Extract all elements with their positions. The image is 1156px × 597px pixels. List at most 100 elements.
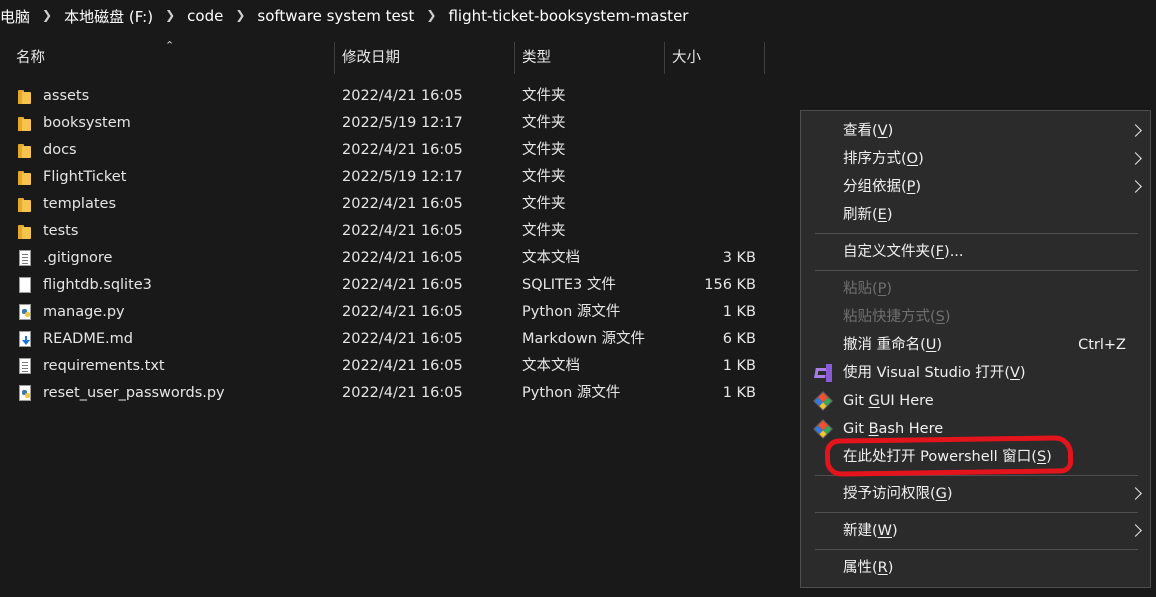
file-date: 2022/4/21 16:05 [342, 304, 463, 320]
file-type: 文本文档 [522, 250, 580, 266]
blank-file-icon [18, 277, 34, 294]
chevron-right-icon[interactable]: ❯ [426, 8, 436, 22]
file-name: tests [43, 223, 79, 239]
file-size: 156 KB [704, 277, 756, 293]
access-key: V [877, 123, 888, 139]
file-row[interactable]: requirements.txt 2022/4/21 16:05 文本文档 1 … [0, 353, 770, 380]
menu-item-label: 粘贴 [843, 281, 872, 297]
file-row[interactable]: manage.py 2022/4/21 16:05 Python 源文件 1 K… [0, 299, 770, 326]
menu-item-git-bash[interactable]: Git Bash Here [801, 415, 1150, 443]
column-header-type[interactable]: 类型 [514, 42, 551, 74]
folder-icon [18, 196, 34, 213]
file-row[interactable]: assets 2022/4/21 16:05 文件夹 [0, 83, 770, 110]
menu-item-git-gui[interactable]: Git GUI Here [801, 387, 1150, 415]
access-key: S [935, 309, 945, 325]
visual-studio-icon [814, 364, 832, 382]
column-header-date[interactable]: 修改日期 [334, 42, 400, 74]
file-name: FlightTicket [43, 169, 127, 185]
menu-item-open-visual-studio[interactable]: 使用 Visual Studio 打开(V) [801, 359, 1150, 387]
sort-ascending-icon: ⌃ [165, 39, 175, 52]
file-row[interactable]: reset_user_passwords.py 2022/4/21 16:05 … [0, 380, 770, 407]
menu-item-label: 分组依据 [843, 179, 901, 195]
breadcrumb-item[interactable]: software system test [255, 7, 416, 25]
file-size: 6 KB [722, 331, 756, 347]
file-type: 文件夹 [522, 169, 566, 185]
menu-item-undo-rename[interactable]: 撤消 重命名(U) Ctrl+Z [801, 331, 1150, 359]
file-date: 2022/4/21 16:05 [342, 142, 463, 158]
file-name: README.md [43, 331, 133, 347]
menu-item-view[interactable]: 查看(V) [801, 117, 1150, 145]
menu-separator [815, 475, 1138, 476]
menu-item-label: 刷新 [843, 207, 872, 223]
file-type: SQLITE3 文件 [522, 277, 616, 293]
file-row[interactable]: docs 2022/4/21 16:05 文件夹 [0, 137, 770, 164]
file-row[interactable]: .gitignore 2022/4/21 16:05 文本文档 3 KB [0, 245, 770, 272]
file-date: 2022/4/21 16:05 [342, 250, 463, 266]
folder-icon [18, 169, 34, 186]
folder-icon [18, 115, 34, 132]
menu-item-group[interactable]: 分组依据(P) [801, 173, 1150, 201]
file-name: reset_user_passwords.py [43, 385, 225, 401]
file-name: requirements.txt [43, 358, 165, 374]
file-date: 2022/5/19 12:17 [342, 169, 463, 185]
file-name: .gitignore [43, 250, 113, 266]
file-size: 1 KB [722, 304, 756, 320]
column-header-size[interactable]: 大小 [664, 42, 701, 74]
menu-item-paste: 粘贴(P) [843, 281, 893, 297]
file-name: booksystem [43, 115, 131, 131]
file-type: 文件夹 [522, 115, 566, 131]
menu-item-grant-access[interactable]: 授予访问权限(G) [801, 480, 1150, 508]
menu-item-refresh[interactable]: 刷新(E) [801, 201, 1150, 229]
file-type: Python 源文件 [522, 304, 621, 320]
menu-item-label: 授予访问权限 [843, 486, 930, 502]
breadcrumb-item[interactable]: 电脑 [0, 6, 32, 27]
menu-item-label: ash Here [878, 421, 944, 437]
file-row[interactable]: flightdb.sqlite3 2022/4/21 16:05 SQLITE3… [0, 272, 770, 299]
menu-item-label: Git [843, 421, 869, 437]
access-key: R [877, 560, 888, 576]
markdown-file-icon [18, 331, 34, 348]
breadcrumb-item[interactable]: 本地磁盘 (F:) [62, 6, 155, 27]
chevron-right-icon [1129, 487, 1142, 500]
text-file-icon [18, 250, 34, 267]
access-key: G [868, 393, 880, 409]
menu-item-properties[interactable]: 属性(R) [801, 554, 1150, 582]
breadcrumb-item[interactable]: code [185, 7, 225, 25]
menu-item-open-powershell[interactable]: 在此处打开 Powershell 窗口(S) [801, 443, 1150, 471]
access-key: O [906, 151, 919, 167]
file-type: 文件夹 [522, 142, 566, 158]
file-row[interactable]: templates 2022/4/21 16:05 文件夹 [0, 191, 770, 218]
file-row[interactable]: README.md 2022/4/21 16:05 Markdown 源文件 6… [0, 326, 770, 353]
file-name: templates [43, 196, 117, 212]
git-icon [813, 419, 833, 439]
menu-item-label: 粘贴快捷方式 [843, 309, 930, 325]
file-size: 3 KB [722, 250, 756, 266]
file-date: 2022/4/21 16:05 [342, 223, 463, 239]
chevron-right-icon[interactable]: ❯ [165, 8, 175, 22]
menu-item-label: 在此处打开 Powershell 窗口 [843, 449, 1032, 465]
menu-item-label: 属性 [843, 560, 872, 576]
file-name: manage.py [43, 304, 125, 320]
column-header-name[interactable]: 名称 [8, 42, 45, 74]
access-key: E [877, 207, 887, 223]
file-row[interactable]: booksystem 2022/5/19 12:17 文件夹 [0, 110, 770, 137]
file-type: 文件夹 [522, 88, 566, 104]
python-file-icon [18, 385, 34, 402]
column-divider[interactable] [764, 42, 765, 74]
git-icon [813, 391, 833, 411]
file-name: assets [43, 88, 90, 104]
breadcrumb: 电脑 ❯ 本地磁盘 (F:) ❯ code ❯ software system … [0, 0, 690, 32]
file-row[interactable]: tests 2022/4/21 16:05 文件夹 [0, 218, 770, 245]
chevron-right-icon[interactable]: ❯ [42, 8, 52, 22]
menu-item-new[interactable]: 新建(W) [801, 517, 1150, 545]
file-date: 2022/4/21 16:05 [342, 88, 463, 104]
file-date: 2022/4/21 16:05 [342, 331, 463, 347]
python-file-icon [18, 304, 34, 321]
breadcrumb-item-current[interactable]: flight-ticket-booksystem-master [446, 7, 690, 25]
file-row[interactable]: FlightTicket 2022/5/19 12:17 文件夹 [0, 164, 770, 191]
chevron-right-icon[interactable]: ❯ [235, 8, 245, 22]
menu-item-customize-folder[interactable]: 自定义文件夹(F)... [801, 238, 1150, 266]
menu-item-sort[interactable]: 排序方式(O) [801, 145, 1150, 173]
access-key: U [925, 337, 937, 353]
menu-item-label: 自定义文件夹 [843, 244, 930, 260]
